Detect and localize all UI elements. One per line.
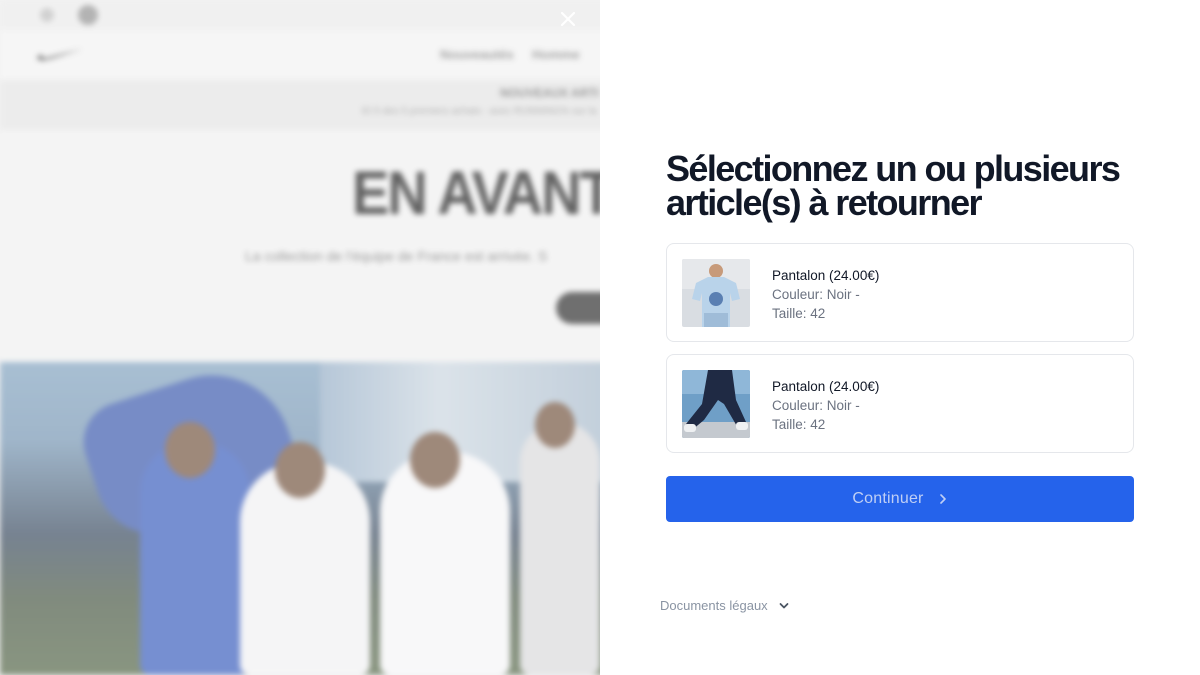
item-name: Pantalon (24.00€) (772, 379, 880, 394)
chevron-down-icon (779, 602, 789, 608)
return-item-card[interactable]: Pantalon (24.00€) Couleur: Noir - Taille… (666, 354, 1134, 453)
item-thumbnail (682, 259, 750, 327)
item-color: Couleur: Noir - (772, 398, 860, 413)
close-icon (560, 11, 576, 27)
item-name: Pantalon (24.00€) (772, 268, 880, 283)
item-size: Taille: 42 (772, 306, 826, 321)
return-item-card[interactable]: Pantalon (24.00€) Couleur: Noir - Taille… (666, 243, 1134, 342)
item-details: Pantalon (24.00€) Couleur: Noir - Taille… (772, 266, 879, 323)
continue-button-label: Continuer (852, 490, 924, 507)
page-title: Sélectionnez un ou plusieurs article(s) … (666, 148, 1121, 223)
item-thumbnail (682, 370, 750, 438)
continue-button[interactable]: Continuer (666, 476, 1134, 522)
chevron-right-icon (939, 494, 946, 504)
item-details: Pantalon (24.00€) Couleur: Noir - Taille… (772, 377, 879, 434)
pants-photo-icon (682, 370, 750, 438)
item-color: Couleur: Noir - (772, 287, 860, 302)
close-button[interactable] (556, 7, 580, 31)
modal-backdrop[interactable] (0, 0, 600, 675)
legal-documents-toggle[interactable]: Documents légaux (660, 598, 790, 613)
return-panel: Sélectionnez un ou plusieurs article(s) … (600, 0, 1200, 675)
tshirt-photo-icon (682, 259, 750, 327)
item-size: Taille: 42 (772, 417, 826, 432)
background-website: Nouveautés Homme NOUVEAUX ARTI Et 5 des … (0, 0, 600, 675)
legal-documents-label: Documents légaux (660, 598, 768, 613)
